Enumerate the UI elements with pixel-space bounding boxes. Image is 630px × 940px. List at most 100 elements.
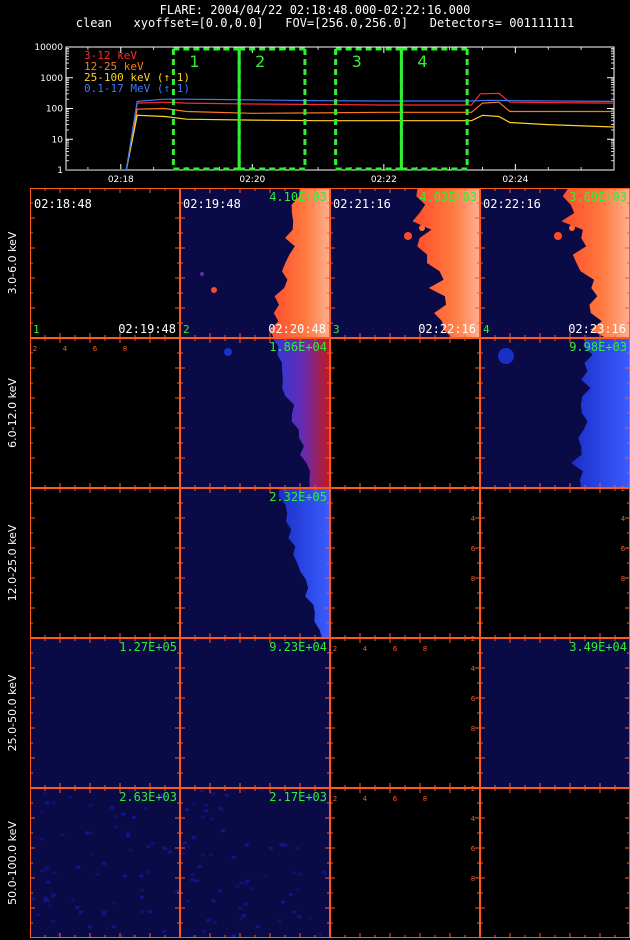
- image-background: [30, 638, 180, 788]
- noise-speck: [279, 843, 284, 847]
- noise-speck: [239, 917, 244, 921]
- panel-peak-value: 3.69E+03: [569, 190, 627, 204]
- axis-tick-label: 8: [471, 725, 475, 733]
- noise-speck: [217, 889, 222, 893]
- noise-speck: [249, 887, 254, 891]
- image-panel-grid: 02:18:48 02:19:48 1 02:19:48 02:20:48 2 4.10E+…: [6, 188, 630, 938]
- noise-speck: [190, 878, 195, 882]
- panel-image: [30, 488, 180, 638]
- panel-start-time: 02:22:16: [483, 197, 541, 211]
- panel-peak-value: 1.27E+05: [119, 640, 177, 654]
- noise-speck: [213, 920, 217, 924]
- source-blob: [569, 225, 575, 231]
- source-blob: [211, 287, 217, 293]
- noise-speck: [263, 874, 268, 878]
- image-background: [480, 788, 630, 938]
- noise-speck: [110, 806, 115, 810]
- axis-tick-label: 2: [333, 795, 337, 803]
- noise-speck: [297, 915, 302, 919]
- panel-image: [480, 788, 630, 938]
- panel-peak-value: 9.23E+04: [269, 640, 327, 654]
- noise-speck: [182, 841, 187, 845]
- noise-speck: [317, 932, 322, 936]
- noise-speck: [268, 847, 273, 850]
- axis-tick-label: 4: [621, 515, 626, 523]
- noise-speck: [243, 902, 248, 906]
- noise-speck: [295, 846, 300, 850]
- axis-tick-label: 2: [333, 645, 337, 653]
- noise-speck: [150, 841, 155, 845]
- source-blob: [200, 272, 204, 276]
- noise-speck: [51, 801, 56, 805]
- noise-speck: [67, 795, 72, 799]
- noise-speck: [209, 853, 214, 856]
- noise-speck: [288, 892, 293, 896]
- axis-tick-label: 8: [621, 575, 625, 583]
- panel-image: [180, 338, 330, 488]
- noise-speck: [45, 801, 50, 805]
- axis-tick-label: 4: [363, 795, 368, 803]
- axis-tick-label: 6: [471, 545, 476, 553]
- noise-speck: [121, 812, 126, 816]
- noise-speck: [184, 808, 189, 812]
- image-background: [330, 788, 480, 938]
- panel-image: [480, 638, 630, 788]
- axis-tick-label: 8: [471, 875, 475, 883]
- panel-image: [180, 638, 330, 788]
- noise-speck: [51, 920, 56, 923]
- image-background: [30, 338, 180, 488]
- noise-speck: [295, 888, 300, 892]
- image-background: [480, 638, 630, 788]
- noise-speck: [186, 845, 191, 849]
- noise-speck: [210, 817, 215, 821]
- noise-speck: [281, 900, 285, 904]
- noise-speck: [79, 910, 83, 914]
- noise-speck: [297, 872, 302, 876]
- noise-speck: [204, 809, 209, 813]
- panel-start-time: 02:18:48: [34, 197, 92, 211]
- source-blob: [404, 232, 412, 240]
- panel-image: [330, 488, 480, 638]
- noise-speck: [292, 910, 297, 914]
- axis-tick-label: 2: [33, 345, 37, 353]
- noise-speck: [238, 906, 243, 910]
- panel-peak-value: 2.32E+05: [269, 490, 327, 504]
- axis-tick-label: 2: [621, 485, 625, 493]
- panel-image: [180, 488, 330, 638]
- noise-speck: [140, 910, 145, 913]
- noise-speck: [232, 934, 236, 938]
- noise-speck: [206, 918, 211, 922]
- source-blob: [419, 225, 425, 231]
- noise-speck: [111, 925, 116, 929]
- noise-speck: [120, 934, 125, 938]
- image-background: [330, 638, 480, 788]
- image-background: [180, 788, 330, 938]
- noise-speck: [75, 905, 80, 909]
- panel-end-time: 02:22:16: [418, 322, 476, 336]
- noise-speck: [89, 831, 94, 835]
- noise-speck: [139, 895, 144, 899]
- axis-tick-label: 6: [471, 845, 476, 853]
- energy-row-label: 50.0-100.0 keV: [6, 821, 19, 905]
- noise-speck: [31, 897, 36, 901]
- noise-speck: [162, 929, 166, 933]
- energy-row-label: 6.0-12.0 keV: [6, 378, 19, 448]
- energy-row-label: 3.0-6.0 keV: [6, 231, 19, 294]
- noise-speck: [43, 896, 48, 900]
- noise-speck: [146, 844, 151, 848]
- noise-speck: [308, 916, 313, 920]
- axis-tick-label: 2: [471, 635, 475, 643]
- noise-speck: [39, 810, 44, 814]
- noise-speck: [143, 807, 148, 811]
- noise-speck: [202, 930, 206, 933]
- noise-speck: [283, 843, 288, 847]
- panel-image: [180, 788, 330, 938]
- noise-speck: [221, 829, 225, 833]
- noise-speck: [224, 793, 229, 797]
- energy-row-label: 25.0-50.0 keV: [6, 674, 19, 751]
- noise-speck: [112, 901, 117, 905]
- axis-tick-label: 4: [63, 345, 68, 353]
- panel-image: [30, 788, 180, 938]
- axis-tick-label: 6: [393, 645, 398, 653]
- panel-image: [330, 638, 480, 788]
